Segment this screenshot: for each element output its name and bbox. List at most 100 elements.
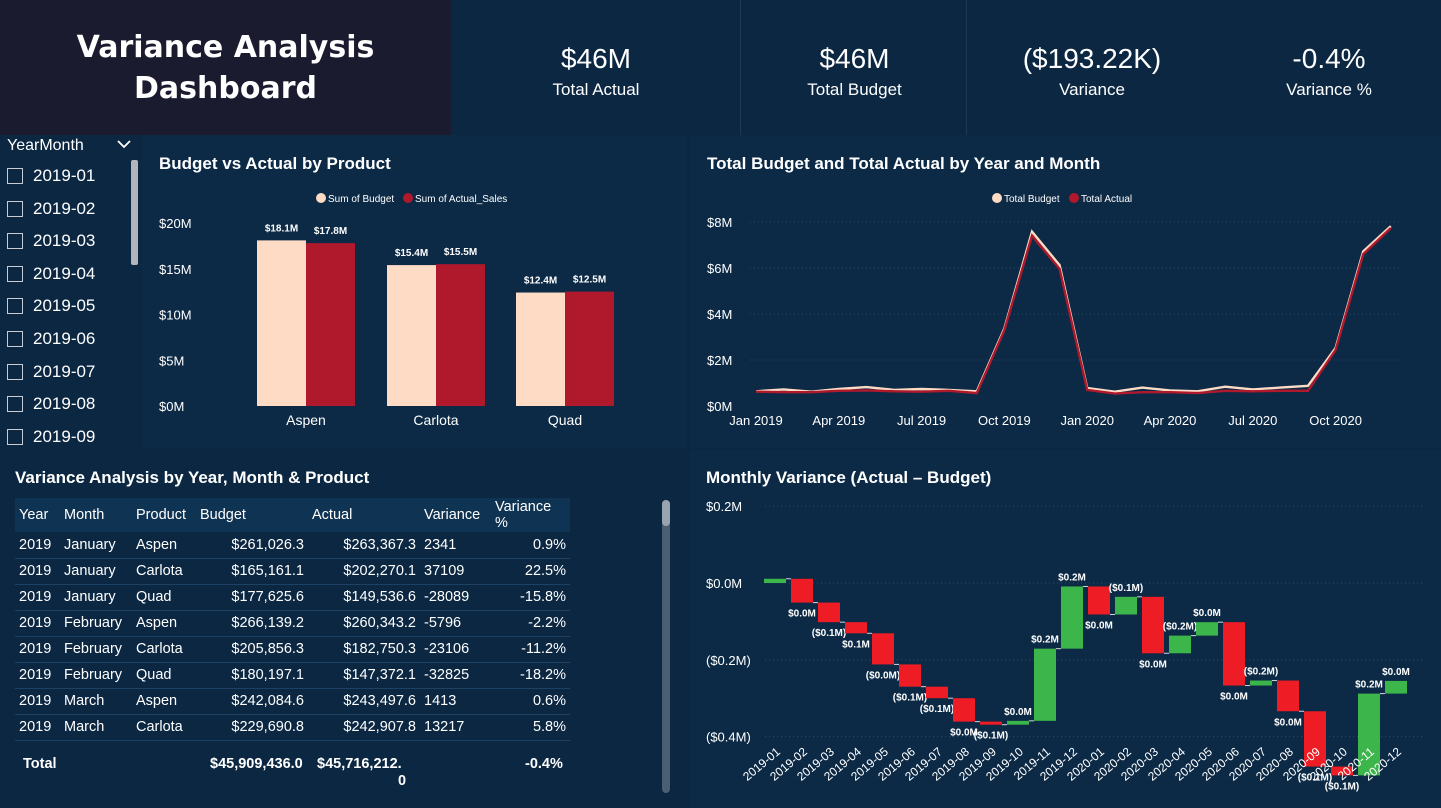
waterfall-bar-increase <box>1169 635 1191 654</box>
slicer-item-2019-03[interactable]: 2019-03 <box>7 230 95 252</box>
table-cell: Aspen <box>132 532 196 559</box>
x-tick-label: Jul 2020 <box>1228 413 1277 428</box>
table-cell: 1413 <box>420 688 491 715</box>
table-cell: February <box>60 662 132 689</box>
column-header[interactable]: Actual <box>308 498 420 532</box>
legend-marker-budget <box>316 193 326 203</box>
x-tick-label: Carlota <box>413 412 458 428</box>
legend-label-actual: Sum of Actual_Sales <box>415 194 507 205</box>
table-cell: February <box>60 636 132 663</box>
table-cell: 2019 <box>15 532 60 559</box>
slicer-header: YearMonth <box>7 137 84 154</box>
table-cell: $266,139.2 <box>196 610 308 637</box>
table-cell: January <box>60 558 132 585</box>
slicer-item-label: 2019-01 <box>33 166 96 185</box>
waterfall-data-label: $0.1M <box>842 639 870 650</box>
table-scroll-thumb[interactable] <box>662 500 670 526</box>
waterfall-data-label: $0.2M <box>1058 572 1086 583</box>
total-actual-wrap: 0 <box>398 773 407 789</box>
table-cell: 37109 <box>420 558 491 585</box>
x-tick-label: Apr 2020 <box>1144 413 1197 428</box>
variance-table: Year Month Product Budget Actual Variance Vari… <box>15 498 570 741</box>
checkbox[interactable] <box>7 298 23 315</box>
table-cell: $260,343.2 <box>308 610 420 637</box>
table-cell: -23106 <box>420 636 491 663</box>
waterfall-data-label: ($0.1M) <box>812 628 846 639</box>
waterfall-bar-decrease <box>899 664 921 687</box>
checkbox[interactable] <box>7 331 23 347</box>
column-header[interactable]: Month <box>60 498 132 532</box>
table-cell: -5796 <box>420 610 491 637</box>
column-header[interactable]: Variance % <box>491 498 570 532</box>
table-cell: Quad <box>132 584 196 611</box>
y-tick-label: $20M <box>159 216 192 231</box>
chevron-down-icon[interactable] <box>116 135 132 156</box>
table-cell: -15.8% <box>491 584 570 611</box>
slicer-item-2019-08[interactable]: 2019-08 <box>7 393 95 415</box>
checkbox[interactable] <box>7 168 23 184</box>
table-cell: January <box>60 532 132 559</box>
slicer-item-2019-01[interactable]: 2019-01 <box>7 165 95 187</box>
slicer-item-2019-06[interactable]: 2019-06 <box>7 328 95 350</box>
checkbox[interactable] <box>7 428 23 445</box>
waterfall-data-label: $0.0M <box>1274 717 1302 728</box>
legend-marker-budget <box>992 193 1002 203</box>
table-cell: 0.6% <box>491 688 570 715</box>
table-cell: -11.2% <box>491 636 570 663</box>
waterfall-bar-decrease <box>1142 596 1164 654</box>
waterfall-data-label: $0.0M <box>1004 707 1032 718</box>
column-header[interactable]: Variance <box>420 498 491 532</box>
bar-budget <box>387 265 436 406</box>
column-header[interactable]: Budget <box>196 498 308 532</box>
checkbox[interactable] <box>7 200 23 217</box>
x-tick-label: Jan 2020 <box>1060 413 1114 428</box>
slicer-item-2019-05[interactable]: 2019-05 <box>7 295 95 317</box>
slicer-item-2019-04[interactable]: 2019-04 <box>7 263 95 285</box>
y-tick-label: $6M <box>707 261 732 276</box>
slicer-item-label: 2019-09 <box>33 426 96 446</box>
table-cell: -2.2% <box>491 610 570 637</box>
slicer-item-2019-02[interactable]: 2019-02 <box>7 198 95 220</box>
table-cell: 2019 <box>15 688 60 715</box>
slicer-item-2019-09[interactable]: 2019-09 <box>7 426 95 448</box>
column-header[interactable]: Year <box>15 498 60 532</box>
waterfall-data-label: $0.2M <box>1031 635 1059 646</box>
x-tick-label: Jan 2019 <box>729 413 783 428</box>
slicer-item-label: 2019-08 <box>33 394 96 414</box>
waterfall-data-label: $0.0M <box>1139 659 1167 670</box>
waterfall-bar-decrease <box>926 686 948 699</box>
bar-data-label: $15.4M <box>395 248 428 259</box>
checkbox[interactable] <box>7 363 23 380</box>
x-tick-label: Quad <box>548 412 582 428</box>
table-cell: $177,625.6 <box>196 584 308 611</box>
waterfall-data-label: $0.0M <box>1220 692 1248 703</box>
slicer-scrollbar[interactable] <box>131 160 138 265</box>
total-budget: $45,909,436.0 <box>210 756 303 772</box>
slicer-item-label: 2019-07 <box>33 361 96 381</box>
waterfall-bar-increase <box>1061 586 1083 649</box>
y-tick-label: $0.0M <box>706 576 742 591</box>
table-scrollbar[interactable] <box>662 500 670 793</box>
y-tick-label: ($0.4M) <box>706 730 751 745</box>
table-cell: $182,750.3 <box>308 636 420 663</box>
checkbox[interactable] <box>7 233 23 250</box>
table-cell: 5.8% <box>491 714 570 741</box>
checkbox[interactable] <box>7 396 23 413</box>
waterfall-bar-increase <box>1250 680 1272 686</box>
column-header[interactable]: Product <box>132 498 196 532</box>
waterfall-data-label: ($0.1M) <box>1109 583 1143 594</box>
bar-chart-svg: Sum of Budget Sum of Actual_Sales $20M $15M… <box>159 193 614 428</box>
slicer-item-2019-07[interactable]: 2019-07 <box>7 361 95 383</box>
waterfall-bar-increase <box>764 578 786 583</box>
checkbox[interactable] <box>7 265 23 282</box>
y-tick-label: $10M <box>159 308 192 323</box>
bar-data-label: $15.5M <box>444 247 477 258</box>
waterfall-data-label: ($0.1M) <box>920 704 954 715</box>
dashboard-title: Variance Analysis Dashboard <box>77 27 375 109</box>
waterfall-data-label: $0.0M <box>1382 667 1410 678</box>
waterfall-panel: Monthly Variance (Actual – Budget) $0.2M… <box>690 450 1441 808</box>
table-cell: January <box>60 584 132 611</box>
bar-chart-panel: Budget vs Actual by Product Sum of Budge… <box>142 135 687 448</box>
waterfall-bar-decrease <box>872 633 894 665</box>
kpi-value: -0.4% <box>1292 43 1366 74</box>
